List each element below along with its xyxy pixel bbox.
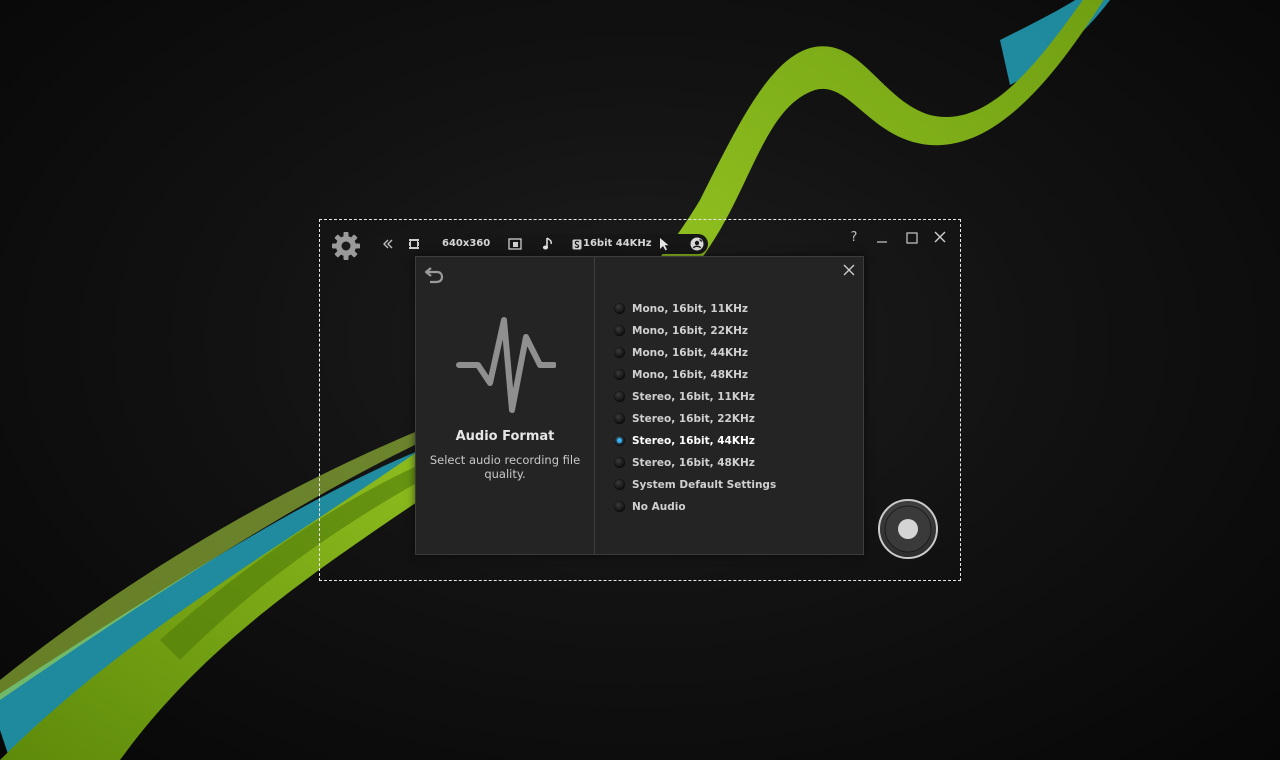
minimize-button[interactable] [873, 230, 891, 246]
radio-button[interactable] [614, 413, 625, 424]
audio-format-options: Mono, 16bit, 11KHz Mono, 16bit, 22KHz Mo… [614, 298, 776, 518]
format-option-label: Mono, 16bit, 44KHz [632, 347, 749, 359]
format-option[interactable]: No Audio [614, 496, 776, 518]
format-option[interactable]: Mono, 16bit, 11KHz [614, 298, 776, 320]
format-option-label: Stereo, 16bit, 11KHz [632, 391, 755, 403]
minimize-icon [877, 241, 887, 243]
format-option-label: Mono, 16bit, 11KHz [632, 303, 749, 315]
audio-info-pane: Audio Format Select audio recording file… [416, 257, 595, 554]
record-icon [878, 499, 938, 559]
format-option-label: System Default Settings [632, 479, 777, 491]
record-button[interactable] [877, 498, 939, 560]
maximize-icon [906, 232, 918, 244]
back-button[interactable] [424, 265, 446, 285]
audio-format-label[interactable]: 16bit 44KHz [583, 234, 652, 254]
radio-button[interactable] [614, 479, 625, 490]
close-window-button[interactable] [931, 230, 949, 246]
panel-title: Audio Format [455, 429, 555, 444]
cursor-icon[interactable] [659, 237, 670, 251]
radio-button[interactable] [614, 347, 625, 358]
settings-gear-icon[interactable] [330, 230, 362, 262]
radio-button[interactable] [614, 369, 625, 380]
radio-button[interactable] [614, 325, 625, 336]
format-option[interactable]: Mono, 16bit, 44KHz [614, 342, 776, 364]
fullscreen-icon[interactable] [508, 238, 522, 250]
format-option[interactable]: Stereo, 16bit, 44KHz [614, 430, 776, 452]
close-icon [843, 264, 855, 276]
radio-button[interactable] [614, 391, 625, 402]
resolution-label[interactable]: 640x360 [442, 234, 490, 254]
audio-format-panel: Audio Format Select audio recording file… [415, 256, 864, 555]
format-option[interactable]: Stereo, 16bit, 22KHz [614, 408, 776, 430]
format-option[interactable]: Mono, 16bit, 22KHz [614, 320, 776, 342]
audio-format-icon[interactable] [572, 239, 582, 250]
radio-button[interactable] [614, 457, 625, 468]
format-option-label: No Audio [632, 501, 686, 513]
radio-button[interactable] [614, 501, 625, 512]
format-option-label: Stereo, 16bit, 44KHz [632, 435, 755, 447]
format-option[interactable]: Mono, 16bit, 48KHz [614, 364, 776, 386]
close-icon [934, 231, 946, 243]
music-note-icon[interactable] [542, 237, 554, 251]
help-button[interactable]: ? [845, 230, 863, 246]
recording-toolbar: 640x360 16bit 44KHz [376, 234, 708, 254]
panel-close-button[interactable] [842, 262, 856, 276]
format-option[interactable]: Stereo, 16bit, 11KHz [614, 386, 776, 408]
format-option[interactable]: Stereo, 16bit, 48KHz [614, 452, 776, 474]
video-frame-icon[interactable] [408, 238, 420, 250]
webcam-icon[interactable] [690, 237, 704, 251]
panel-description: Select audio recording file quality. [429, 453, 581, 481]
back-arrow-icon [424, 267, 444, 284]
format-option-label: Stereo, 16bit, 48KHz [632, 457, 755, 469]
format-option-label: Mono, 16bit, 22KHz [632, 325, 749, 337]
waveform-icon [456, 317, 556, 413]
maximize-button[interactable] [903, 230, 921, 246]
format-option-label: Stereo, 16bit, 22KHz [632, 413, 755, 425]
collapse-toolbar-icon[interactable] [382, 238, 394, 250]
format-option-label: Mono, 16bit, 48KHz [632, 369, 749, 381]
format-option[interactable]: System Default Settings [614, 474, 776, 496]
radio-button[interactable] [614, 435, 625, 446]
radio-button[interactable] [614, 303, 625, 314]
